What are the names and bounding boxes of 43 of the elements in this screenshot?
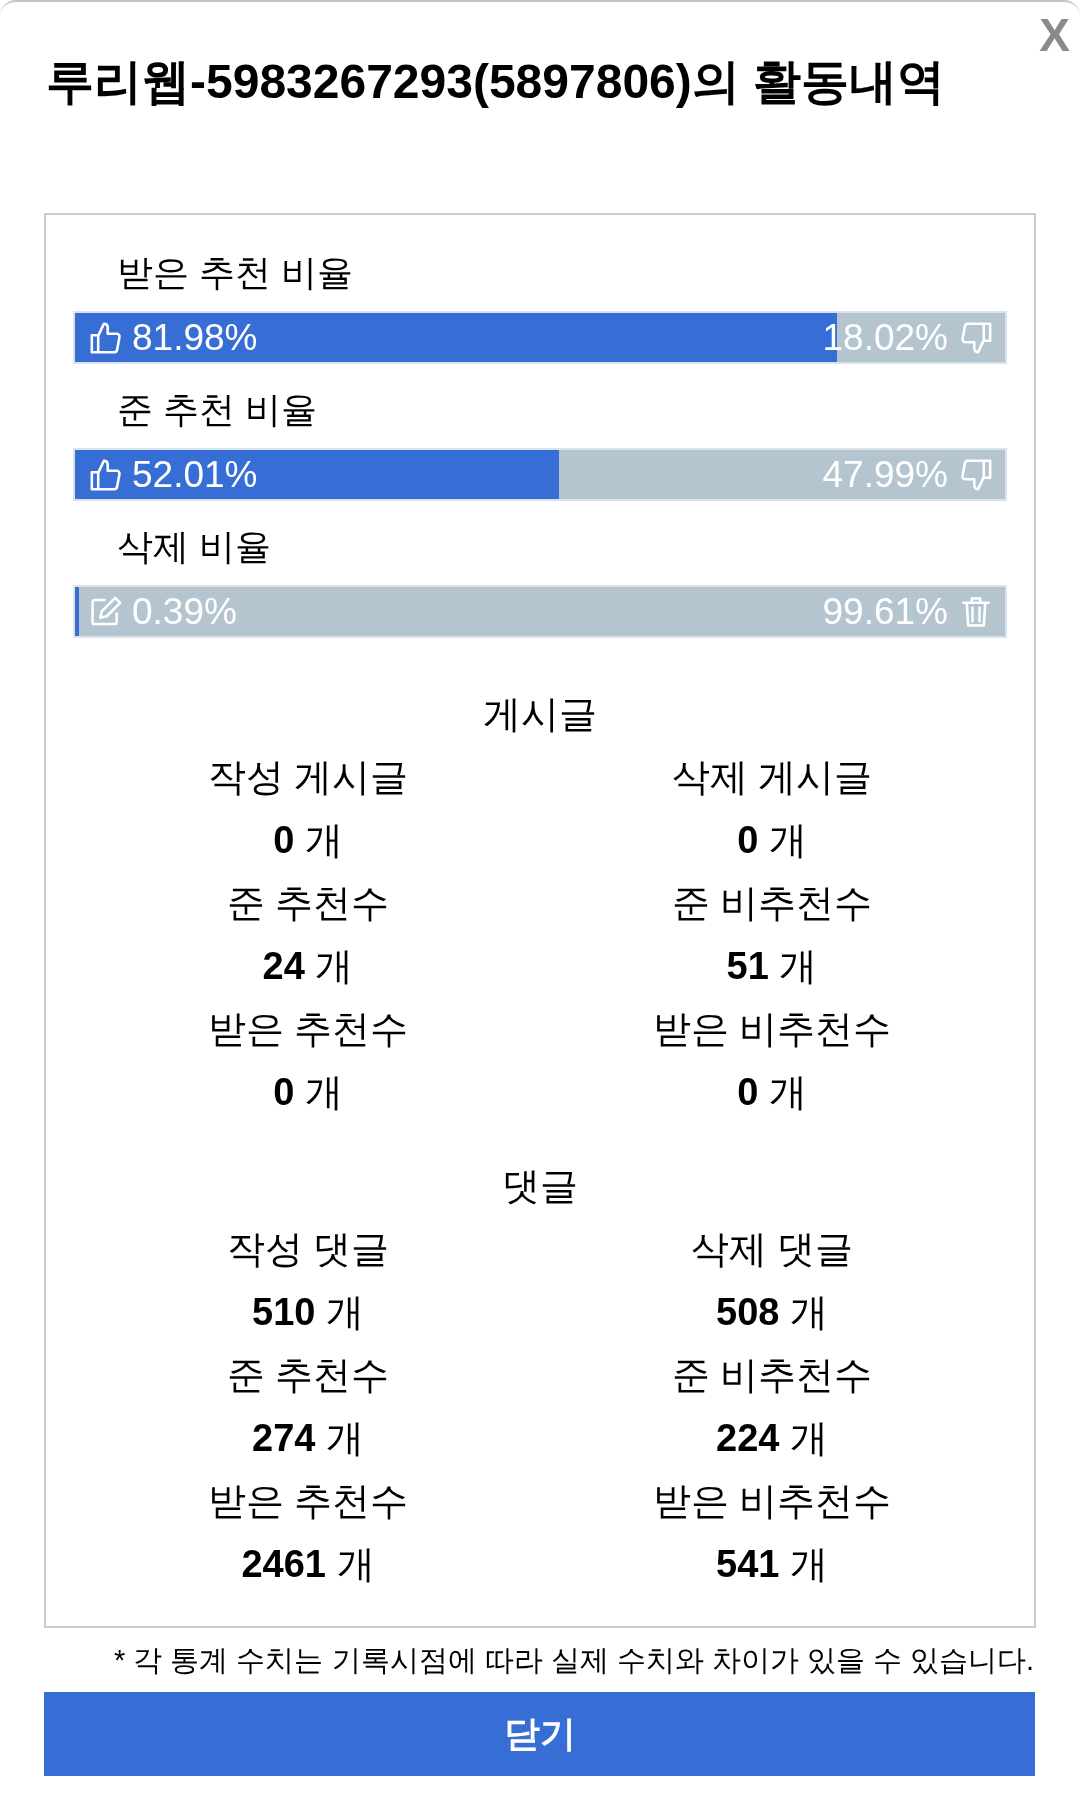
stat-value: 0 개 [737,1070,807,1115]
stat-value: 510 개 [252,1290,364,1335]
stat-label: 받은 추천수 [207,1479,409,1524]
ratio-percent: 99.61% [822,590,948,633]
stat-label: 준 비추천수 [671,1353,873,1398]
stat-value: 224 개 [716,1416,828,1461]
stat-value: 51 개 [726,944,818,989]
stat-label: 받은 비추천수 [652,1007,892,1052]
stat-label: 받은 추천수 [207,1007,409,1052]
stat-label: 작성 댓글 [226,1227,390,1272]
footnote-text: * 각 통계 수치는 기록시점에 따라 실제 수치와 차이가 있을 수 있습니다. [114,1643,1034,1678]
section-heading: 댓글 [502,1164,578,1209]
stat-label: 준 추천수 [226,1353,390,1398]
stat-value: 2461 개 [241,1542,375,1587]
dialog-title: 루리웹-5983267293(5897806)의 활동내역 [46,56,946,108]
stat-value: 0 개 [273,818,343,863]
stat-label: 받은 비추천수 [652,1479,892,1524]
stat-value: 508 개 [716,1290,828,1335]
stat-label: 준 추천수 [226,881,390,926]
close-button[interactable]: X [1037,8,1072,62]
ratio-label: 준 추천 비율 [117,388,317,432]
stat-value: 0 개 [273,1070,343,1115]
thumbs-down-icon [959,457,993,492]
ratio-label: 받은 추천 비율 [117,251,353,295]
ratio-percent: 52.01% [132,453,258,496]
stat-label: 삭제 게시글 [671,755,873,800]
stat-label: 준 비추천수 [671,881,873,926]
ratio-label: 삭제 비율 [117,525,271,569]
ratio-percent: 0.39% [132,590,237,633]
stat-value: 274 개 [252,1416,364,1461]
section-heading: 게시글 [483,692,597,737]
ratio-percent: 47.99% [822,453,948,496]
stat-value: 0 개 [737,818,807,863]
stat-value: 24 개 [262,944,354,989]
stat-label: 삭제 댓글 [690,1227,854,1272]
stat-label: 작성 게시글 [207,755,409,800]
close-dialog-button[interactable]: 닫기 [44,1692,1035,1776]
trash-icon [959,594,993,629]
thumbs-up-icon [89,320,123,355]
thumbs-up-icon [89,457,123,492]
stat-value: 541 개 [716,1542,828,1587]
thumbs-down-icon [959,320,993,355]
ratio-percent: 81.98% [132,316,258,359]
